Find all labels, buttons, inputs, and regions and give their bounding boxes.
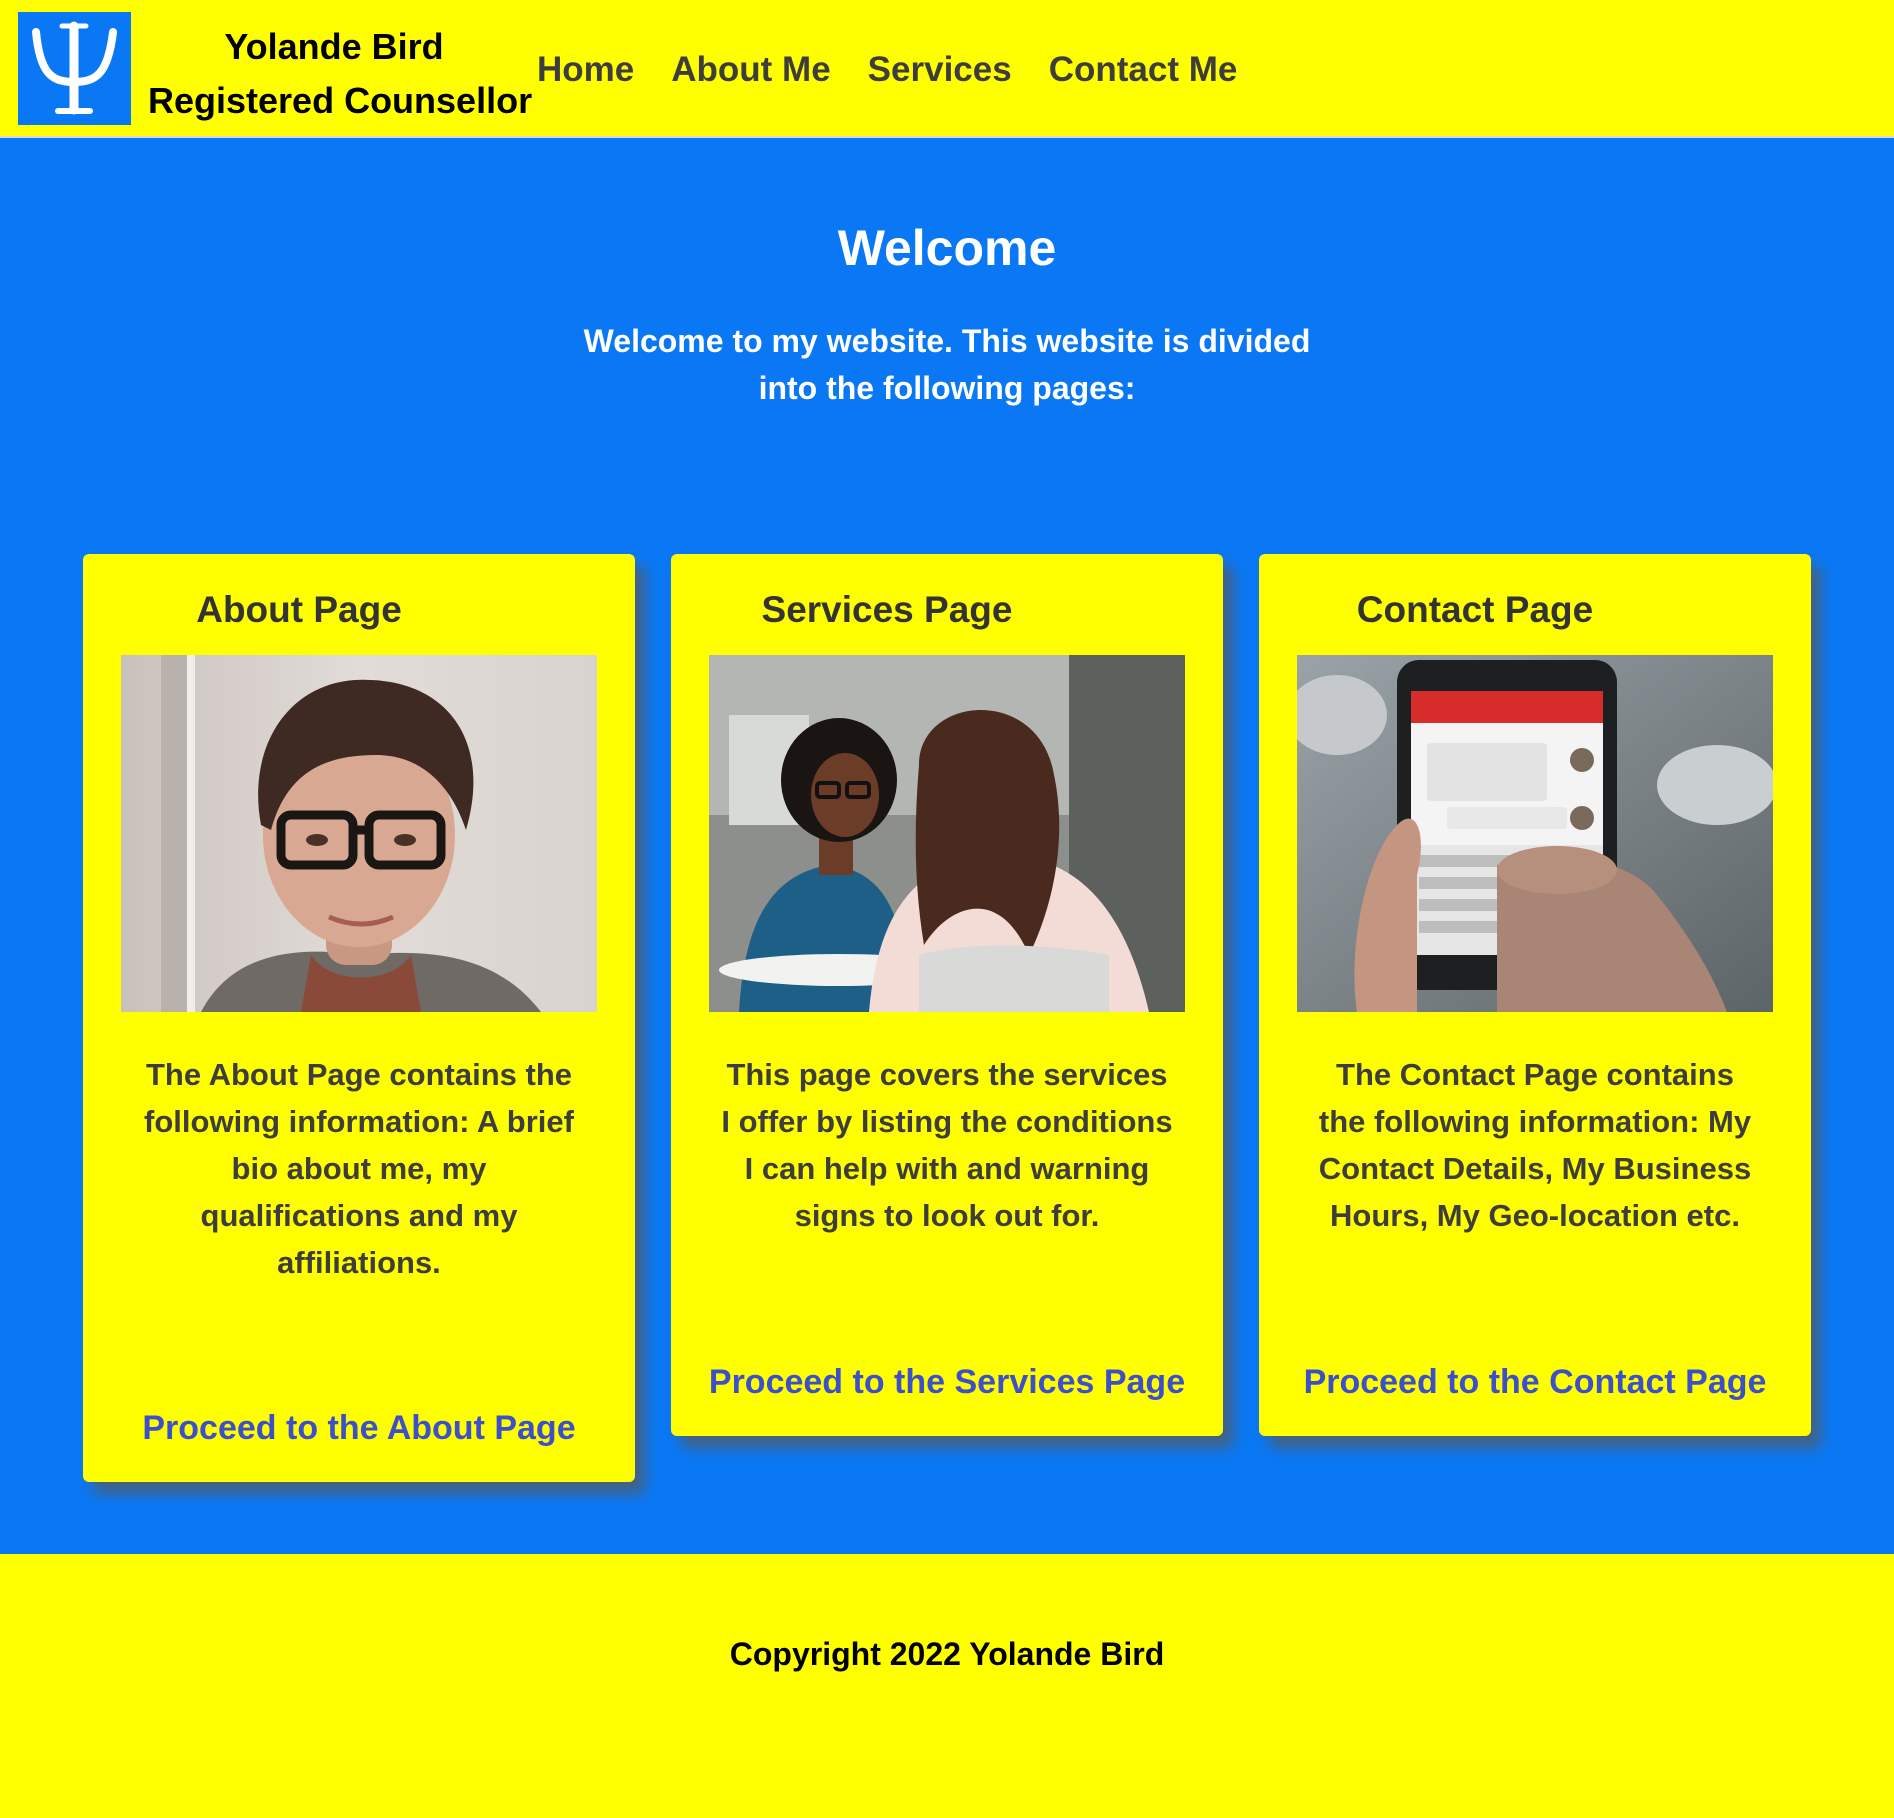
about-card-title: About Page: [196, 589, 402, 630]
about-card: About Page The About Page contains the f…: [83, 554, 635, 1482]
main-nav: Home About Me Services Contact Me: [537, 48, 1237, 92]
nav-link-home[interactable]: Home: [537, 48, 634, 92]
services-card: Services Page This page covers the servi…: [671, 554, 1223, 1436]
brand: Yolande Bird Registered Counsellor: [148, 20, 533, 128]
services-card-title: Services Page: [761, 589, 1013, 630]
site-header: Yolande Bird Registered Counsellor Home …: [0, 0, 1894, 138]
portrait-photo: [121, 655, 597, 1012]
counselling-session-photo: [709, 655, 1185, 1012]
site-footer: Copyright 2022 Yolande Bird: [0, 1554, 1894, 1818]
contact-card: Contact Page The Contact Page contains t…: [1259, 554, 1811, 1436]
about-page-link[interactable]: Proceed to the About Page: [83, 1406, 635, 1450]
brand-name: Yolande Bird: [224, 26, 444, 67]
brand-title: Registered Counsellor: [148, 80, 533, 121]
about-card-text: The About Page contains the following in…: [144, 1057, 574, 1280]
contact-page-link[interactable]: Proceed to the Contact Page: [1259, 1360, 1811, 1404]
welcome-heading: Welcome: [837, 220, 1057, 276]
nav-link-services[interactable]: Services: [868, 48, 1012, 92]
services-card-text: This page covers the services I offer by…: [721, 1057, 1173, 1233]
nav-link-about-me[interactable]: About Me: [671, 48, 830, 92]
phone-messaging-photo: [1297, 655, 1773, 1012]
services-page-link[interactable]: Proceed to the Services Page: [671, 1360, 1223, 1404]
contact-card-title: Contact Page: [1356, 589, 1594, 630]
copyright-text: Copyright 2022 Yolande Bird: [729, 1636, 1165, 1672]
nav-link-contact-me[interactable]: Contact Me: [1049, 48, 1238, 92]
contact-card-text: The Contact Page contains the following …: [1318, 1057, 1752, 1233]
welcome-intro: Welcome to my website. This website is d…: [583, 323, 1311, 406]
psi-logo-icon[interactable]: [18, 12, 131, 125]
